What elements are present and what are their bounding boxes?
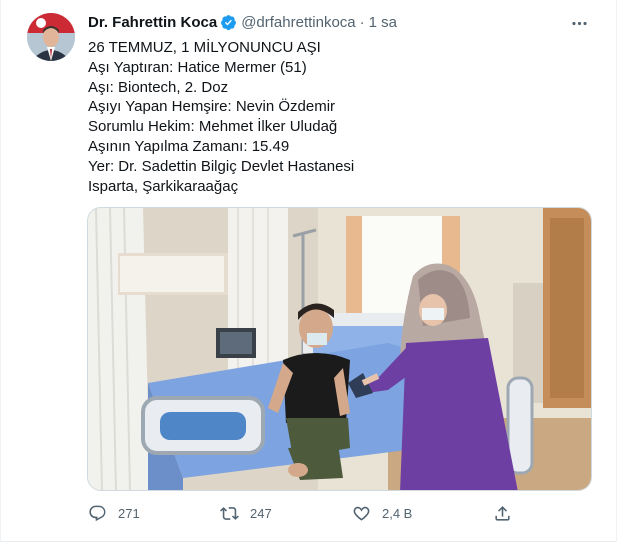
tweet-photo[interactable] <box>87 207 592 491</box>
tweet-text-line: Aşı: Biontech, 2. Doz <box>88 78 229 96</box>
hospital-vaccination-photo <box>88 208 591 490</box>
tweet-header: Dr. Fahrettin Koca @drfahrettinkoca · 1 … <box>88 14 397 31</box>
reply-button[interactable]: 271 <box>88 504 140 523</box>
like-button[interactable]: 2,4 B <box>352 504 412 523</box>
like-count: 2,4 B <box>382 506 413 521</box>
tweet-card[interactable]: Dr. Fahrettin Koca @drfahrettinkoca · 1 … <box>0 0 617 542</box>
tweet-action-bar: 271 247 2,4 B <box>88 504 518 526</box>
tweet-text-line: Aşı Yaptıran: Hatice Mermer (51) <box>88 58 307 76</box>
tweet-text: 26 TEMMUZ, 1 MİLYONUNCU AŞI Aşı Yaptıran… <box>88 38 588 196</box>
share-icon <box>495 506 510 521</box>
retweet-button[interactable]: 247 <box>220 504 272 523</box>
tweet-text-line: Sorumlu Hekim: Mehmet İlker Uludağ <box>88 118 338 136</box>
tweet-text-line: 26 TEMMUZ, 1 MİLYONUNCU AŞI <box>88 39 321 56</box>
separator-dot: · <box>359 14 365 31</box>
tweet-text-line: Yer: Dr. Sadettin Bilgiç Devlet Hastanes… <box>88 157 355 175</box>
more-options-button[interactable] <box>566 10 592 36</box>
more-horizontal-icon <box>571 21 587 25</box>
share-button[interactable] <box>493 504 512 523</box>
author-display-name[interactable]: Dr. Fahrettin Koca <box>88 14 217 31</box>
author-handle[interactable]: @drfahrettinkoca <box>241 14 355 31</box>
avatar-photo <box>27 13 75 61</box>
reply-count: 271 <box>118 506 140 521</box>
tweet-text-line: Aşıyı Yapan Hemşire: Nevin Özdemir <box>88 98 336 116</box>
retweet-count: 247 <box>250 506 272 521</box>
retweet-icon <box>220 507 239 520</box>
tweet-text-line: Isparta, Şarkikaraağaç <box>88 177 239 195</box>
author-avatar[interactable] <box>27 13 75 61</box>
heart-icon <box>353 506 370 521</box>
verified-badge-icon <box>220 14 237 31</box>
tweet-timestamp[interactable]: 1 sa <box>369 14 397 31</box>
tweet-text-line: Aşının Yapılma Zamanı: 15.49 <box>88 137 290 155</box>
reply-icon <box>89 505 106 522</box>
